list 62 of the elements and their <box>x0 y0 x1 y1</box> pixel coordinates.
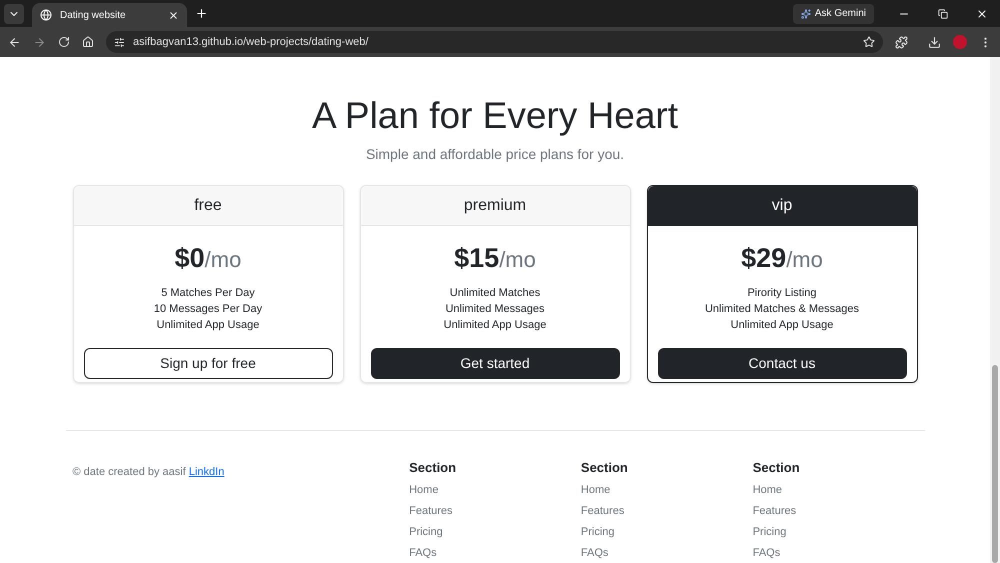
reload-icon[interactable] <box>58 36 70 48</box>
price-period: /mo <box>786 246 823 274</box>
plan-button[interactable]: Get started <box>370 348 620 378</box>
footer-link[interactable]: Pricing <box>752 525 924 540</box>
plan-price: $15 <box>454 242 500 275</box>
footer-link[interactable]: Features <box>580 504 753 519</box>
footer-link[interactable]: Home <box>752 483 924 498</box>
footer-link[interactable]: Home <box>580 483 753 498</box>
footer-link[interactable]: FAQs <box>409 546 581 561</box>
plan-feature: Unlimited Matches & Messages <box>704 302 860 316</box>
pricing-title: A Plan for Every Heart <box>312 94 678 138</box>
site-info-icon[interactable] <box>114 36 125 48</box>
plan-feature: 10 Messages Per Day <box>154 302 262 316</box>
footer-link[interactable]: Pricing <box>409 525 581 540</box>
globe-icon <box>40 9 52 21</box>
section-heading: Section <box>580 459 629 477</box>
restore-icon[interactable] <box>938 8 948 18</box>
footer-link[interactable]: Pricing <box>580 525 753 540</box>
footer-link[interactable]: Features <box>409 504 581 519</box>
plan-feature: Unlimited Messages <box>445 302 545 316</box>
plan-button[interactable]: Sign up for free <box>84 348 332 378</box>
close-icon[interactable] <box>168 10 179 20</box>
plan-name: free <box>194 196 222 216</box>
extensions-icon[interactable] <box>895 36 908 48</box>
plan-button[interactable]: Contact us <box>658 348 906 378</box>
home-icon[interactable] <box>82 36 94 48</box>
plan-feature: Pirority Listing <box>747 286 817 300</box>
pricing-subtitle: Simple and affordable price plans for you. <box>366 145 624 164</box>
price-period: /mo <box>499 246 536 274</box>
scrollbar[interactable] <box>990 57 1000 563</box>
back-icon[interactable] <box>8 36 21 48</box>
plan-feature: 5 Matches Per Day <box>161 286 255 300</box>
url-text: asifbagvan13.github.io/web-projects/dating-web/ <box>133 34 370 50</box>
forward-icon[interactable] <box>33 36 46 48</box>
price-period: /mo <box>204 246 242 274</box>
sparkle-icon <box>800 8 811 18</box>
download-icon[interactable] <box>928 36 941 48</box>
plan-price: $0 <box>174 242 205 275</box>
copyright-text: © date created by aasif LinkdIn <box>72 466 224 478</box>
plan-feature: Unlimited App Usage <box>156 318 260 332</box>
footer-link[interactable]: Features <box>752 504 924 519</box>
plan-feature: Unlimited App Usage <box>730 318 834 332</box>
close-window-icon[interactable] <box>976 8 988 20</box>
plan-price: $29 <box>741 242 786 275</box>
bookmark-icon[interactable] <box>863 36 875 48</box>
plan-feature: Unlimited App Usage <box>444 318 546 332</box>
address-bar[interactable]: asifbagvan13.github.io/web-projects/dating-web/ <box>106 31 883 53</box>
scrollbar-thumb[interactable] <box>992 365 998 563</box>
new-tab-icon[interactable] <box>195 7 208 20</box>
footer-link[interactable]: FAQs <box>580 546 753 561</box>
plan-feature: Unlimited Matches <box>450 286 540 300</box>
section-heading: Section <box>409 459 458 477</box>
plan-name: vip <box>772 196 792 216</box>
footer-link[interactable]: FAQs <box>752 546 924 561</box>
browser-tab[interactable]: Dating website <box>32 3 187 27</box>
tab-title: Dating website <box>60 8 127 22</box>
footer-link[interactable]: Home <box>409 483 581 498</box>
tab-list-icon[interactable] <box>4 4 24 24</box>
section-heading: Section <box>752 459 801 477</box>
gemini-button[interactable]: Ask Gemini <box>792 4 874 24</box>
linkedin-link[interactable]: LinkdIn <box>188 466 224 478</box>
plan-name: premium <box>464 196 526 216</box>
